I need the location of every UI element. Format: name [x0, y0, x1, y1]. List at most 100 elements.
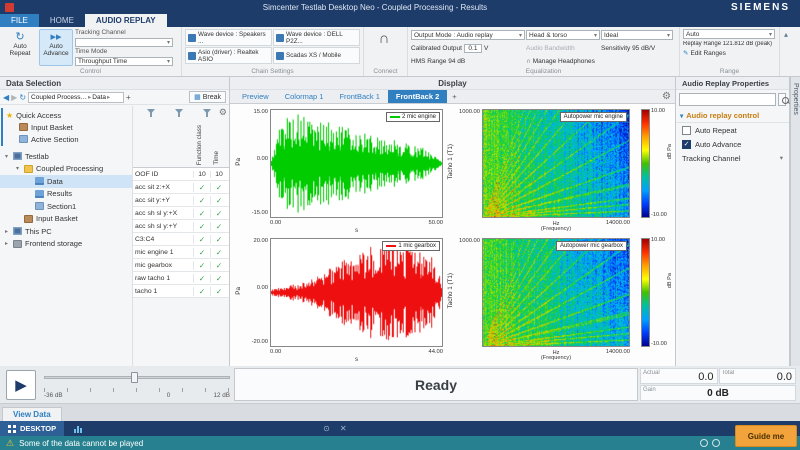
close-icon[interactable]: ✕	[340, 424, 347, 433]
device-button-3[interactable]: Scadas XS / Mobile	[273, 47, 360, 64]
add-display-tab[interactable]: +	[447, 90, 461, 103]
quick-access-items: Input BasketActive Section	[3, 121, 132, 145]
manage-headphones-button[interactable]: ∩ Manage Headphones	[526, 58, 673, 65]
connect-button[interactable]: ∩	[367, 29, 401, 49]
expander-icon[interactable]: ▾	[14, 165, 21, 172]
breadcrumb-item[interactable]: Data	[92, 94, 106, 101]
collapse-ribbon-icon[interactable]: ▴	[784, 30, 788, 39]
forward-icon[interactable]: ▶	[11, 91, 17, 104]
desktop-button[interactable]: DESKTOP	[0, 421, 64, 436]
filter-funnel-icon[interactable]	[147, 109, 155, 117]
tree-item-input-basket[interactable]: Input Basket	[0, 213, 132, 226]
expander-icon[interactable]: ▸	[3, 228, 10, 235]
tracking-channel-property[interactable]: Tracking Channel ▾	[676, 151, 789, 165]
ribbon-group-control: ↻ Auto Repeat ▸▸ Auto Advance Tracking C…	[0, 27, 182, 76]
tree-item-frontend-storage[interactable]: ▸Frontend storage	[0, 238, 132, 251]
tree-item-coupled-processing[interactable]: ▾Coupled Processing	[0, 163, 132, 176]
status-circle-icon[interactable]	[712, 439, 720, 447]
tree: ▾Testlab▾Coupled ProcessingDataResultsSe…	[0, 150, 132, 250]
calibrated-output-label: Calibrated Output	[411, 45, 462, 52]
checkbox[interactable]: ✓	[682, 140, 691, 149]
plot-waveform-engine[interactable]: Pa 15.00 0.00 -15.00 2 mic engine 0.00 5…	[234, 106, 446, 234]
time-mode-select[interactable]: Throughput Time▾	[75, 57, 173, 66]
edit-ranges-button[interactable]: ✎ Edit Ranges	[683, 49, 775, 57]
column-header-function-class[interactable]: Function class	[196, 125, 203, 165]
navigation-tree-area: ★ Quick Access Input BasketActive Sectio…	[0, 106, 133, 366]
table-row[interactable]: tacho 1✓✓	[133, 285, 229, 298]
quick-access-header[interactable]: ★ Quick Access	[3, 109, 132, 121]
plot-colormap-engine[interactable]: Tacho 1 (T1) 1000.00 Autopower mic engin…	[446, 106, 674, 234]
table-row[interactable]: acc sh sl y:+Y✓✓	[133, 220, 229, 233]
calibrated-output-input[interactable]: 0.1	[464, 44, 482, 53]
display-tab-frontback-1[interactable]: FrontBack 1	[331, 90, 387, 103]
breadcrumb[interactable]: Coupled Processing ▸ Data ▸	[28, 92, 124, 103]
tree-item-testlab[interactable]: ▾Testlab	[0, 150, 132, 163]
add-icon[interactable]: +	[126, 91, 131, 104]
search-icon[interactable]	[778, 93, 786, 106]
table-row[interactable]: acc sh sl y:+X✓✓	[133, 207, 229, 220]
play-button[interactable]: ▶	[6, 370, 36, 400]
gain-zero-label: 0	[167, 392, 171, 399]
plot-waveform-gearbox[interactable]: Pa 20.00 0.00 -20.00 1 mic gearbox 0.00 …	[234, 235, 446, 363]
tracking-channel-select[interactable]: ▾	[75, 38, 173, 47]
table-row[interactable]: raw tacho 1✓✓	[133, 272, 229, 285]
break-button[interactable]: ▦ Break	[189, 91, 226, 103]
tree-item-section1[interactable]: Section1	[0, 200, 132, 213]
expander-icon[interactable]: ▾	[3, 153, 10, 160]
display-tab-preview[interactable]: Preview	[234, 90, 277, 103]
tree-item-this-pc[interactable]: ▸This PC	[0, 225, 132, 238]
display-tab-frontback-2[interactable]: FrontBack 2	[388, 90, 447, 103]
device-button-0[interactable]: Wave device : Speakers ...	[185, 29, 272, 46]
gain-label: Gain	[643, 387, 656, 393]
ribbon-tab-home[interactable]: HOME	[39, 14, 85, 27]
checkbox[interactable]	[682, 126, 691, 135]
status-circle-icon[interactable]	[700, 439, 708, 447]
column-header-time[interactable]: Time	[213, 151, 220, 165]
plot-colormap-gearbox[interactable]: Tacho 1 (T1) 1000.00 Autopower mic gearb…	[446, 235, 674, 363]
tree-item-data[interactable]: Data	[0, 175, 132, 188]
chart-icon[interactable]	[74, 425, 83, 433]
breadcrumb-item[interactable]: Coupled Processing	[31, 94, 87, 101]
main-area: Data Selection ◀ ▶ ↻ Coupled Processing …	[0, 77, 800, 366]
check-icon: ✓	[193, 274, 210, 283]
table-row[interactable]: mic gearbox✓✓	[133, 259, 229, 272]
range-mode-select[interactable]: Auto▾	[683, 29, 775, 39]
gain-slider-handle[interactable]	[131, 372, 138, 383]
refresh-icon[interactable]: ↻	[19, 91, 26, 104]
guide-me-button[interactable]: Guide me	[735, 425, 797, 447]
display-gear-icon[interactable]: ⚙	[662, 91, 671, 102]
y-axis-title: Pa	[234, 106, 243, 218]
output-mode-select[interactable]: Output Mode : Audio replay▾	[411, 30, 525, 40]
display-tab-colormap-1[interactable]: Colormap 1	[277, 90, 332, 103]
filter-funnel-icon[interactable]	[175, 109, 183, 117]
property-row-auto-advance[interactable]: ✓Auto Advance	[676, 137, 789, 151]
property-row-auto-repeat[interactable]: Auto Repeat	[676, 123, 789, 137]
ribbon-tab-file[interactable]: FILE	[0, 14, 39, 27]
expander-icon[interactable]: ▸	[3, 240, 10, 247]
quick-access-item-input-basket[interactable]: Input Basket	[3, 121, 132, 133]
table-gear-icon[interactable]: ⚙	[219, 107, 227, 118]
auto-advance-button[interactable]: ▸▸ Auto Advance	[39, 29, 73, 66]
table-row[interactable]: acc sit y:+Y✓✓	[133, 194, 229, 207]
quick-access-block: ★ Quick Access Input BasketActive Sectio…	[1, 108, 132, 146]
headphone-device-select[interactable]: Head & torso▾	[526, 30, 600, 40]
section-audio-replay-control[interactable]: ▾ Audio replay control	[676, 109, 789, 123]
back-icon[interactable]: ◀	[3, 91, 9, 104]
device-button-1[interactable]: Wave device : DELL P2Z...	[273, 29, 360, 46]
properties-search-input[interactable]	[679, 93, 776, 106]
auto-repeat-button[interactable]: ↻ Auto Repeat	[3, 29, 37, 66]
table-row[interactable]: mic engine 1✓✓	[133, 246, 229, 259]
quick-access-item-active-section[interactable]: Active Section	[3, 133, 132, 145]
table-row[interactable]: OOF ID1010	[133, 168, 229, 181]
view-data-tab[interactable]: View Data	[2, 407, 62, 421]
properties-side-tab[interactable]: Properties	[790, 77, 800, 366]
y-axis-title: Tacho 1 (T1)	[446, 235, 455, 347]
filter-funnel-icon[interactable]	[203, 109, 211, 117]
device-button-2[interactable]: Asio (driver) : Realtek ASIO	[185, 47, 272, 64]
ribbon-tab-audio-replay[interactable]: AUDIO REPLAY	[85, 14, 167, 27]
tree-item-results[interactable]: Results	[0, 188, 132, 201]
table-row[interactable]: C3:C4✓✓	[133, 233, 229, 246]
equalization-mode-select[interactable]: Ideal▾	[601, 30, 673, 40]
pin-icon[interactable]: ⊙	[323, 424, 330, 433]
table-row[interactable]: acc sit z:+X✓✓	[133, 181, 229, 194]
